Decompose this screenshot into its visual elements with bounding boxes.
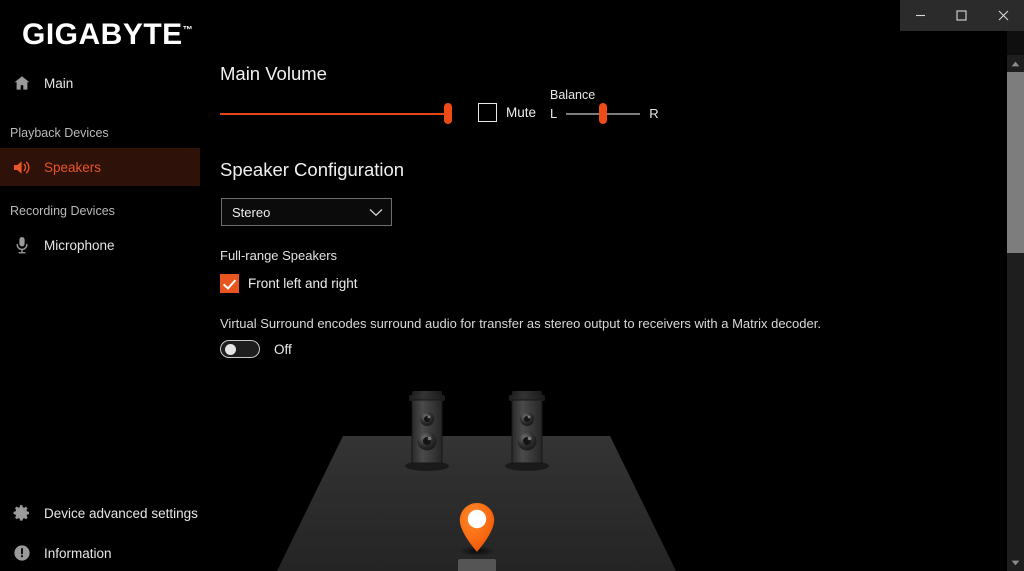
scroll-down-button[interactable] <box>1007 554 1024 571</box>
sidebar-item-speakers[interactable]: Speakers <box>0 148 200 186</box>
sidebar-item-information[interactable]: Information <box>0 534 200 571</box>
sidebar-item-label: Device advanced settings <box>44 505 198 521</box>
virtual-surround-toggle[interactable] <box>220 340 260 358</box>
speaker-configuration-value: Stereo <box>232 204 271 220</box>
virtual-surround-state-label: Off <box>274 341 292 357</box>
logo-text: GIGABYTE <box>22 18 183 51</box>
mute-checkbox-row[interactable]: Mute <box>478 103 536 122</box>
main-volume-title: Main Volume <box>220 63 327 84</box>
right-speaker-shadow <box>505 461 549 471</box>
title-bar <box>900 0 1024 31</box>
gigabyte-audio-app: GIGABYTE™ Main Playback Devices Speakers… <box>0 0 1024 571</box>
sidebar-item-device-advanced-settings[interactable]: Device advanced settings <box>0 494 200 532</box>
speaker-configuration-title: Speaker Configuration <box>220 159 405 180</box>
sidebar-item-label: Main <box>44 75 74 91</box>
vertical-scrollbar[interactable] <box>1007 31 1024 571</box>
balance-right-label: R <box>649 106 659 121</box>
chevron-down-icon <box>369 208 383 217</box>
front-right-speaker <box>509 391 545 464</box>
microphone-icon <box>10 236 34 254</box>
balance-thumb[interactable] <box>599 103 608 124</box>
listener-position-pin[interactable] <box>459 502 495 556</box>
scroll-thumb[interactable] <box>1007 72 1024 253</box>
sidebar-group-header-recording: Recording Devices <box>10 204 115 218</box>
front-left-right-checkbox-row[interactable]: Front left and right <box>220 274 358 293</box>
sidebar-item-main[interactable]: Main <box>0 64 200 102</box>
front-left-right-checkbox[interactable] <box>220 274 239 293</box>
sidebar-item-microphone[interactable]: Microphone <box>0 226 200 264</box>
sidebar-group-header-playback: Playback Devices <box>10 126 109 140</box>
front-left-speaker <box>409 391 445 464</box>
virtual-surround-description: Virtual Surround encodes surround audio … <box>220 316 821 331</box>
mute-checkbox[interactable] <box>478 103 497 122</box>
full-range-speakers-label: Full-range Speakers <box>220 248 338 263</box>
scroll-up-button[interactable] <box>1007 55 1024 72</box>
sidebar-item-label: Information <box>44 545 112 561</box>
virtual-surround-toggle-row[interactable]: Off <box>220 340 292 358</box>
volume-thumb[interactable] <box>444 103 452 124</box>
volume-fill <box>220 113 448 115</box>
balance-title: Balance <box>550 88 596 102</box>
main-content: Main Volume Mute Balance L R Speaker Con… <box>200 31 1024 571</box>
gigabyte-logo: GIGABYTE™ <box>22 20 193 50</box>
sidebar-item-label: Microphone <box>44 237 115 253</box>
front-left-right-label: Front left and right <box>248 276 358 291</box>
sidebar-item-label: Speakers <box>44 159 102 175</box>
toggle-knob <box>225 344 236 355</box>
info-icon <box>10 544 34 562</box>
main-volume-slider[interactable] <box>220 103 452 125</box>
balance-left-label: L <box>550 106 558 121</box>
room-floor <box>277 436 676 571</box>
logo-trademark: ™ <box>182 25 194 36</box>
speaker-icon <box>10 159 34 176</box>
left-speaker-shadow <box>405 461 449 471</box>
gear-icon <box>10 504 34 522</box>
balance-slider[interactable]: L R <box>550 103 659 124</box>
speaker-configuration-select[interactable]: Stereo <box>221 198 392 226</box>
sidebar: GIGABYTE™ Main Playback Devices Speakers… <box>0 0 200 571</box>
close-button[interactable] <box>983 0 1024 31</box>
minimize-button[interactable] <box>900 0 941 31</box>
mute-label: Mute <box>506 105 537 120</box>
home-icon <box>10 74 34 92</box>
maximize-button[interactable] <box>941 0 982 31</box>
play-test-tone-button[interactable] <box>458 559 496 571</box>
